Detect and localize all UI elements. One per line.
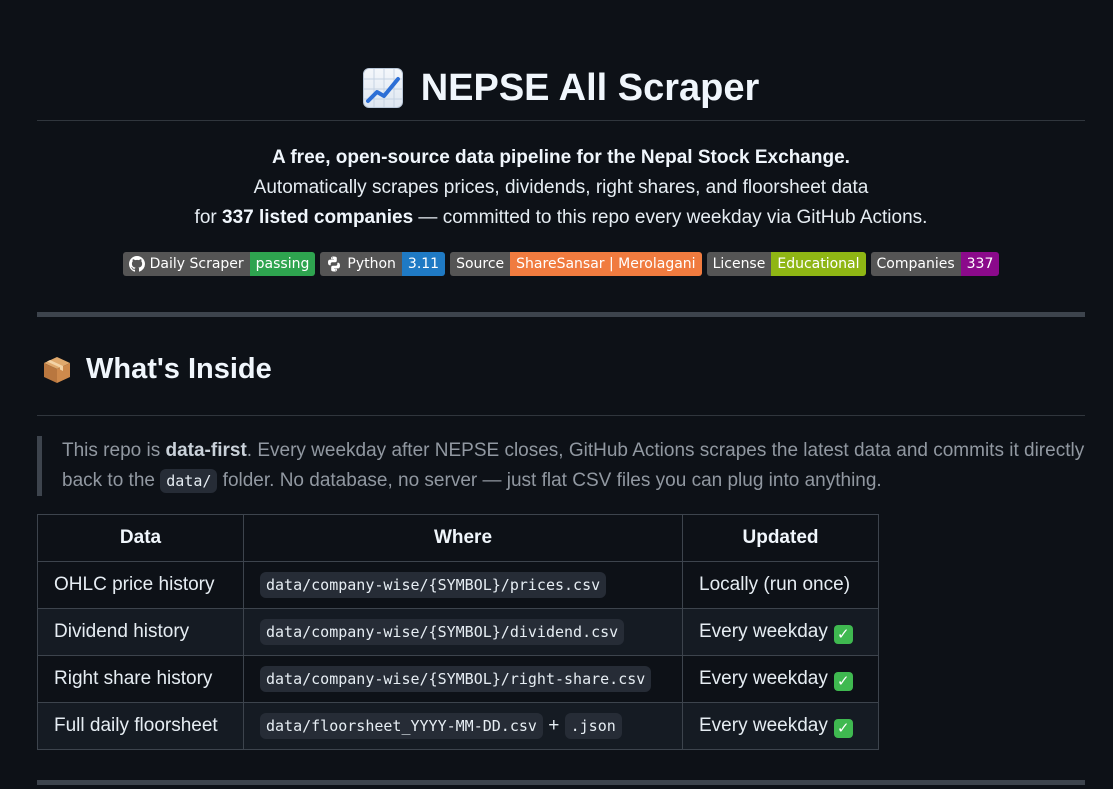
table-header-row: Data Where Updated xyxy=(37,514,879,563)
data-folder-code: data/ xyxy=(160,469,218,494)
badge-row: Daily Scraper passing Python 3.11 Source… xyxy=(37,252,1085,276)
badge-label: Python xyxy=(347,256,396,272)
badge-python[interactable]: Python 3.11 xyxy=(320,252,446,276)
chart-increasing-icon xyxy=(362,68,403,108)
bottom-divider xyxy=(37,780,1085,786)
path-code: data/company-wise/{SYMBOL}/right-share.c… xyxy=(260,666,652,693)
contents-table: Data Where Updated OHLC price history da… xyxy=(37,514,879,751)
section-title-text: What's Inside xyxy=(86,353,272,385)
badge-value: 337 xyxy=(960,252,1000,276)
table-row: Dividend history data/company-wise/{SYMB… xyxy=(37,608,879,657)
section-title-divider xyxy=(37,415,1085,417)
check-mark-icon: ✓ xyxy=(833,718,853,738)
intro-paragraph: A free, open-source data pipeline for th… xyxy=(37,143,1085,233)
badge-daily-scraper[interactable]: Daily Scraper passing xyxy=(122,252,316,276)
header-data: Data xyxy=(37,514,244,563)
table-row: Right share history data/company-wise/{S… xyxy=(37,655,879,704)
readme-page: NEPSE All Scraper A free, open-source da… xyxy=(0,0,1113,789)
check-mark-icon: ✓ xyxy=(833,671,853,691)
cell-where: data/company-wise/{SYMBOL}/right-share.c… xyxy=(243,655,683,704)
plus-text: + xyxy=(548,715,560,737)
intro-line-1: A free, open-source data pipeline for th… xyxy=(272,147,850,168)
company-count-text: 337 listed companies xyxy=(222,207,414,228)
data-first-text: data-first xyxy=(165,440,247,462)
cell-where: data/company-wise/{SYMBOL}/prices.csv xyxy=(243,561,683,610)
python-icon xyxy=(328,256,341,272)
header-where: Where xyxy=(243,514,683,563)
badge-value: passing xyxy=(249,252,316,276)
badge-label: Source xyxy=(456,256,505,272)
section-divider xyxy=(37,312,1085,317)
cell-updated: Every weekday ✓ xyxy=(682,608,879,657)
json-code: .json xyxy=(564,713,622,740)
badge-license[interactable]: License Educational xyxy=(706,252,866,276)
title-divider xyxy=(37,120,1085,121)
badge-value: Educational xyxy=(771,252,866,276)
table-row: OHLC price history data/company-wise/{SY… xyxy=(37,561,879,610)
cell-data: Right share history xyxy=(37,655,244,704)
table-row: Full daily floorsheet data/floorsheet_YY… xyxy=(37,702,879,751)
intro-line-2: Automatically scrapes prices, dividends,… xyxy=(253,177,869,198)
cell-updated: Locally (run once) xyxy=(682,561,879,610)
badge-value: ShareSansar | Merolagani xyxy=(510,252,702,276)
cell-data: Dividend history xyxy=(37,608,244,657)
check-mark-icon: ✓ xyxy=(833,624,853,644)
github-icon xyxy=(128,256,145,272)
badge-companies[interactable]: Companies 337 xyxy=(870,252,1000,276)
badge-label: Companies xyxy=(876,256,955,272)
header-updated: Updated xyxy=(682,514,879,563)
cell-updated: Every weekday ✓ xyxy=(682,702,879,751)
cell-where: data/company-wise/{SYMBOL}/dividend.csv xyxy=(243,608,683,657)
intro-blockquote: This repo is data-first. Every weekday a… xyxy=(37,436,1085,497)
cell-updated: Every weekday ✓ xyxy=(682,655,879,704)
package-icon xyxy=(42,354,72,384)
badge-label: License xyxy=(712,256,766,272)
path-code: data/company-wise/{SYMBOL}/prices.csv xyxy=(260,572,607,599)
path-code: data/company-wise/{SYMBOL}/dividend.csv xyxy=(260,619,625,646)
cell-data: Full daily floorsheet xyxy=(37,702,244,751)
section-title: What's Inside xyxy=(37,347,1085,391)
cell-where: data/floorsheet_YYYY-MM-DD.csv + .json xyxy=(243,702,683,751)
badge-label: Daily Scraper xyxy=(149,256,244,272)
page-title-text: NEPSE All Scraper xyxy=(420,67,760,109)
badge-source[interactable]: Source ShareSansar | Merolagani xyxy=(450,252,702,276)
badge-value: 3.11 xyxy=(401,252,446,276)
page-title: NEPSE All Scraper xyxy=(362,62,760,114)
path-code: data/floorsheet_YYYY-MM-DD.csv xyxy=(260,713,543,740)
intro-line-3: for 337 listed companies — committed to … xyxy=(194,207,928,228)
title-wrap: NEPSE All Scraper xyxy=(37,0,1085,114)
cell-data: OHLC price history xyxy=(37,561,244,610)
